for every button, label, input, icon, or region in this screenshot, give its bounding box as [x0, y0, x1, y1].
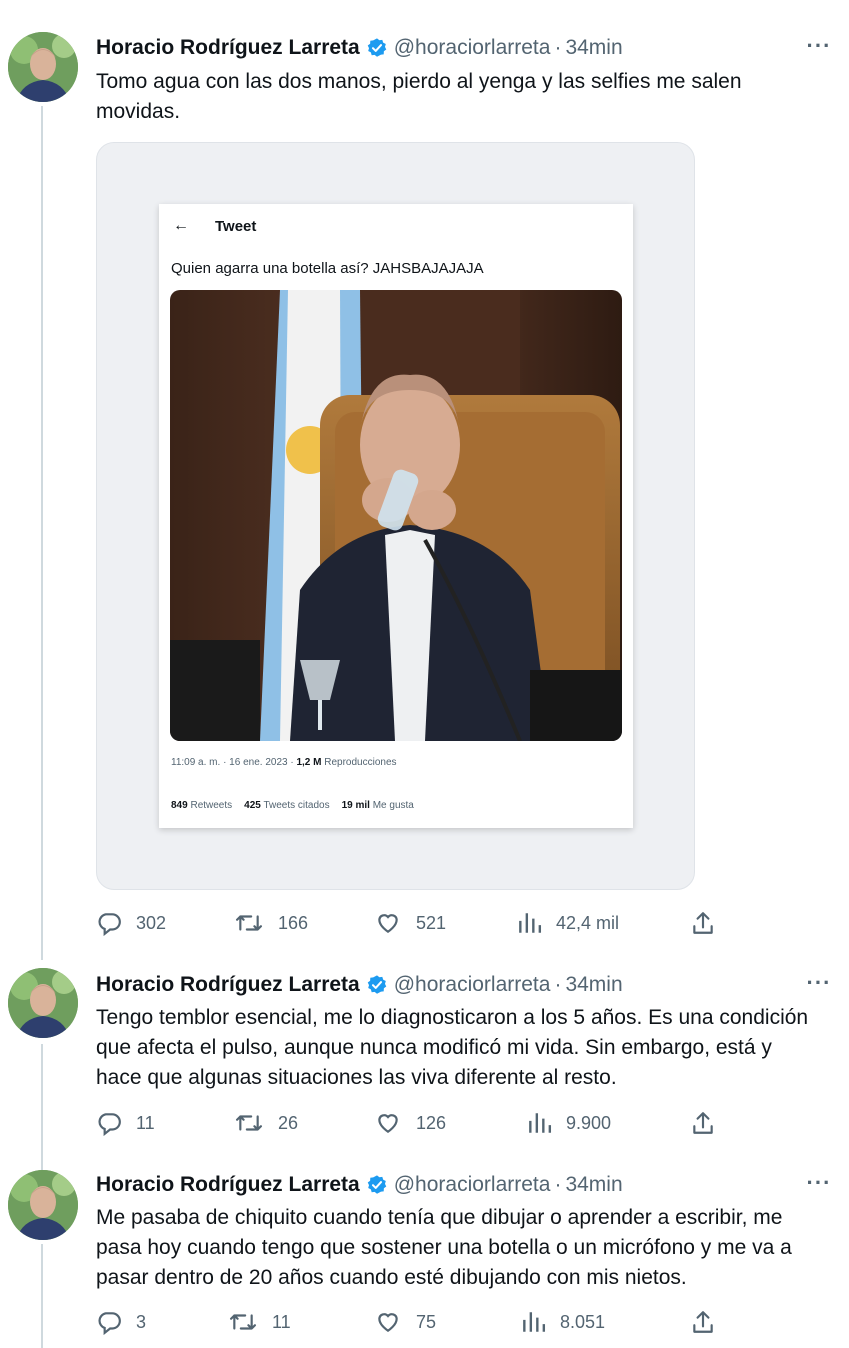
- screenshot-title: Tweet: [215, 217, 257, 235]
- author-handle[interactable]: @horaciorlarreta: [394, 36, 551, 60]
- like-icon: [378, 914, 398, 933]
- retweet-count: 166: [278, 912, 309, 933]
- tweet-actions: 3 11 75 8.051: [96, 1307, 736, 1337]
- tweet-actions: 302 166 521 42,4 mil: [96, 908, 736, 938]
- more-icon[interactable]: ···: [805, 972, 833, 997]
- screenshot-header: ← Tweet: [173, 216, 256, 236]
- share-button[interactable]: [690, 908, 730, 938]
- tweet-text: Me pasaba de chiquito cuando tenía que d…: [96, 1206, 792, 1289]
- stat-count: 425: [244, 800, 261, 811]
- views-icon: [529, 1113, 552, 1133]
- retweet-button[interactable]: 26: [234, 1108, 298, 1138]
- avatar[interactable]: [8, 1170, 78, 1240]
- reply-count: 3: [136, 1311, 147, 1332]
- screenshot-stat-retweets: 849 Retweets: [171, 800, 232, 811]
- author-handle[interactable]: @horaciorlarreta: [394, 1173, 551, 1197]
- retweet-count: 26: [278, 1112, 299, 1133]
- like-button[interactable]: 75: [374, 1307, 436, 1337]
- separator: ·: [554, 973, 562, 996]
- tweet-actions: 11 26 126 9.900: [96, 1108, 736, 1138]
- separator: ·: [554, 1173, 562, 1196]
- screenshot-stat-likes: 19 mil Me gusta: [342, 800, 414, 811]
- avatar[interactable]: [8, 32, 78, 102]
- like-count: 126: [416, 1112, 447, 1133]
- share-button[interactable]: [690, 1108, 730, 1138]
- tweet[interactable]: Horacio Rodríguez Larreta @horaciorlarre…: [0, 0, 849, 960]
- views-icon: [523, 1312, 546, 1332]
- share-button[interactable]: [690, 1307, 730, 1337]
- reply-icon: [98, 913, 121, 936]
- screenshot-views-count: 1,2 M: [296, 757, 322, 768]
- stat-count: 849: [171, 800, 188, 811]
- reply-button[interactable]: 11: [96, 1108, 155, 1138]
- retweet-icon: [235, 1115, 262, 1131]
- photo-man-drinking-water: [170, 290, 622, 741]
- tweet[interactable]: Horacio Rodríguez Larreta @horaciorlarre…: [0, 1160, 849, 1348]
- tweet-header: Horacio Rodríguez Larreta @horaciorlarre…: [96, 33, 623, 63]
- retweet-button[interactable]: 166: [234, 908, 308, 938]
- like-button[interactable]: 521: [374, 908, 446, 938]
- retweet-button[interactable]: 11: [228, 1307, 291, 1337]
- quoted-tweet-screenshot: ← Tweet Quien agarra una botella así? JA…: [159, 204, 633, 828]
- like-icon: [378, 1313, 398, 1332]
- reply-icon: [98, 1312, 121, 1335]
- share-icon: [693, 1311, 713, 1333]
- timestamp[interactable]: 34min: [565, 1173, 622, 1197]
- verified-badge-icon: [366, 37, 388, 59]
- views-count: 8.051: [560, 1311, 606, 1332]
- views-button[interactable]: 8.051: [520, 1307, 605, 1337]
- views-count: 42,4 mil: [556, 912, 620, 933]
- more-icon[interactable]: ···: [805, 1172, 833, 1197]
- verified-badge-icon: [366, 1174, 388, 1196]
- reply-button[interactable]: 3: [96, 1307, 146, 1337]
- views-icon: [519, 913, 542, 933]
- verified-badge-icon: [366, 974, 388, 996]
- reply-button[interactable]: 302: [96, 908, 166, 938]
- stat-label: Retweets: [187, 800, 233, 811]
- reply-count: 11: [136, 1112, 155, 1133]
- views-count: 9.900: [566, 1112, 612, 1133]
- more-icon[interactable]: ···: [805, 35, 833, 60]
- stat-label: Me gusta: [369, 800, 414, 811]
- like-count: 75: [416, 1311, 437, 1332]
- views-button[interactable]: 9.900: [526, 1108, 611, 1138]
- tweet-media[interactable]: ← Tweet Quien agarra una botella así? JA…: [96, 142, 695, 890]
- author-name[interactable]: Horacio Rodríguez Larreta: [96, 1173, 360, 1197]
- share-icon: [693, 912, 713, 934]
- stat-label: Tweets citados: [260, 800, 330, 811]
- tweet-header: Horacio Rodríguez Larreta @horaciorlarre…: [96, 1170, 623, 1200]
- screenshot-views-label: Reproducciones: [321, 757, 397, 768]
- screenshot-meta: 11:09 a. m. · 16 ene. 2023 · 1,2 M Repro…: [171, 757, 397, 768]
- tweet-text: Tomo agua con las dos manos, pierdo al y…: [96, 70, 742, 123]
- tweet-text: Tengo temblor esencial, me lo diagnostic…: [96, 1006, 809, 1089]
- timestamp[interactable]: 34min: [565, 36, 622, 60]
- tweet-header: Horacio Rodríguez Larreta @horaciorlarre…: [96, 970, 623, 1000]
- like-icon: [378, 1114, 398, 1133]
- views-button[interactable]: 42,4 mil: [516, 908, 619, 938]
- author-name[interactable]: Horacio Rodríguez Larreta: [96, 36, 360, 60]
- author-handle[interactable]: @horaciorlarreta: [394, 973, 551, 997]
- share-icon: [693, 1112, 713, 1134]
- like-count: 521: [416, 912, 447, 933]
- timestamp[interactable]: 34min: [565, 973, 622, 997]
- separator: ·: [554, 36, 562, 59]
- screenshot-stat-quotes: 425 Tweets citados: [244, 800, 329, 811]
- retweet-icon: [235, 915, 262, 931]
- screenshot-time: 11:09 a. m. · 16 ene. 2023 ·: [171, 757, 297, 768]
- stat-count: 19 mil: [341, 800, 370, 811]
- like-button[interactable]: 126: [374, 1108, 446, 1138]
- reply-icon: [98, 1113, 121, 1136]
- author-name[interactable]: Horacio Rodríguez Larreta: [96, 973, 360, 997]
- tweet[interactable]: Horacio Rodríguez Larreta @horaciorlarre…: [0, 960, 849, 1160]
- reply-count: 302: [136, 912, 167, 933]
- back-arrow-icon: ←: [173, 217, 189, 234]
- screenshot-text: Quien agarra una botella así? JAHSBAJAJA…: [171, 260, 484, 277]
- retweet-icon: [229, 1314, 256, 1330]
- retweet-count: 11: [272, 1311, 291, 1332]
- avatar[interactable]: [8, 968, 78, 1038]
- screenshot-stats: 849 Retweets 425 Tweets citados 19 mil M…: [171, 800, 414, 811]
